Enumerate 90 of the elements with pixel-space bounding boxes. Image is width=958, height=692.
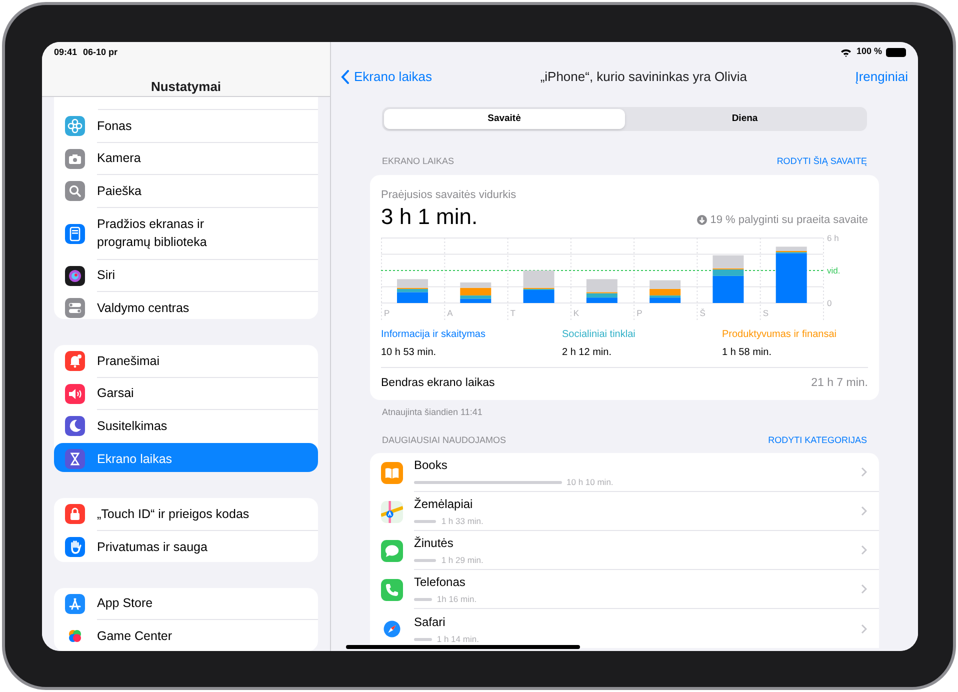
day-label: P (384, 308, 390, 318)
section-link[interactable]: RODYTI KATEGORIJAS (768, 434, 867, 447)
wifi-icon (840, 48, 852, 56)
total-value: 21 h 7 min. (811, 376, 868, 392)
phone-icon (381, 578, 403, 600)
camera-icon (65, 148, 85, 169)
chevron-right-icon (861, 624, 867, 634)
app-name: Safari (414, 614, 446, 630)
app-row[interactable]: Žemėlapiai 1 h 33 min. (370, 492, 879, 531)
day-label: P (636, 308, 642, 318)
moon-icon (65, 416, 85, 436)
devices-link[interactable]: Įrenginiai (855, 67, 908, 87)
app-name: Books (414, 457, 448, 474)
battery-percent: 100 % (856, 45, 882, 58)
usage-time: 10 h 10 min. (566, 477, 614, 488)
day-label: Š (700, 308, 706, 318)
section-header: EKRANO LAIKAS (382, 155, 454, 168)
legend-label: Informacija ir skaitymas (381, 328, 486, 342)
sidebar-item[interactable]: Privatumas ir sauga (54, 530, 318, 562)
bar-segment (650, 280, 681, 289)
sidebar-item[interactable]: Pranešimai (54, 345, 318, 378)
status-time: 09:41 (54, 46, 78, 59)
app-row[interactable]: Telefonas 1h 16 min. (370, 570, 879, 609)
search-icon (65, 181, 85, 202)
tablet-icon (65, 224, 85, 244)
chevron-right-icon (861, 467, 867, 477)
day-label: S (762, 308, 769, 318)
usage-time: 1 h 29 min. (441, 555, 484, 566)
section-link[interactable]: RODYTI ŠIĄ SAVAITĘ (776, 155, 867, 168)
sidebar-item[interactable]: Siri (54, 260, 318, 292)
day-label: K (573, 308, 580, 318)
sidebar-item[interactable]: App Store (54, 588, 318, 620)
speaker-icon (65, 384, 85, 404)
segment-tab[interactable]: Savaitė (384, 109, 624, 129)
hourglass-icon (65, 448, 85, 469)
usage-time: 1 h 33 min. (441, 516, 484, 527)
legend-value: 10 h 53 min. (381, 346, 438, 360)
sidebar-item[interactable]: Pradžios ekranas ir programų biblioteka (54, 208, 318, 260)
sidebar-item[interactable]: Valdymo centras (54, 292, 318, 320)
nav-title: „iPhone“, kurio savininkas yra Olivia (539, 68, 748, 86)
axis-label: 0 (827, 298, 832, 308)
flower-icon (65, 116, 85, 136)
app-row[interactable]: Books 10 h 10 min. (370, 453, 879, 492)
sidebar-title: Nustatymai (150, 78, 222, 96)
legend-value: 2 h 12 min. (562, 346, 612, 360)
sidebar-item[interactable]: Kamera (54, 142, 318, 175)
app-name: Žemėlapiai (414, 496, 474, 513)
updated-note: Atnaujinta šiandien 11:41 (381, 406, 484, 419)
legend-value: 1 h 58 min. (722, 346, 772, 360)
total-label: Bendras ekrano laikas (381, 376, 495, 392)
average-value: 3 h 1 min. (381, 203, 478, 231)
sidebar-item[interactable]: Susitelkimas (54, 410, 318, 443)
hand-icon (65, 536, 85, 557)
axis-label: 6 h (827, 233, 839, 243)
day-label: A (447, 308, 453, 318)
map-icon (381, 500, 403, 522)
sidebar-item[interactable]: Garsai (54, 378, 318, 410)
segment-tab[interactable]: Diena (624, 109, 865, 129)
app-name: Žinutės (414, 535, 454, 552)
chevron-left-icon (341, 70, 349, 84)
legend-label: Produktyvumas ir finansai (722, 328, 838, 342)
battery-icon (886, 48, 906, 56)
sidebar-item[interactable]: Ekrano laikas (54, 442, 318, 472)
app-name: Telefonas (414, 574, 466, 591)
app-row[interactable]: Safari 1 h 14 min. (370, 609, 879, 648)
legend-label: Socialiniai tinklai (562, 328, 636, 342)
section-header: DAUGIAUSIAI NAUDOJAMOS (382, 434, 506, 446)
sidebar-item[interactable]: „Touch ID“ ir prieigos kodas (54, 498, 318, 531)
usage-time: 1 h 14 min. (436, 634, 479, 644)
change-text: 19 % palyginti su praeita savaite (710, 212, 868, 228)
back-link[interactable]: Ekrano laikas (341, 67, 432, 87)
bell-icon (65, 351, 85, 372)
book-icon (381, 462, 403, 484)
chevron-right-icon (861, 584, 867, 594)
app-row[interactable]: Žinutės 1 h 29 min. (370, 531, 879, 570)
status-date: 06-10 pr (83, 46, 118, 59)
sidebar-item[interactable]: Paieška (54, 175, 318, 208)
sidebar-item[interactable]: Game Center (54, 620, 318, 651)
sidebar-item[interactable]: Fonas (54, 110, 318, 142)
orb-icon (65, 266, 85, 286)
average-label: vid. (827, 266, 840, 276)
letter-a-icon (65, 594, 85, 614)
speech-bubble-icon (381, 540, 403, 562)
chevron-right-icon (861, 506, 867, 516)
lock-icon (65, 504, 85, 524)
average-label: Praėjusios savaitės vidurkis (381, 188, 518, 202)
usage-time: 1h 16 min. (436, 594, 477, 605)
down-arrow-icon (697, 214, 708, 225)
day-label: T (510, 308, 516, 318)
chevron-right-icon (861, 545, 867, 555)
